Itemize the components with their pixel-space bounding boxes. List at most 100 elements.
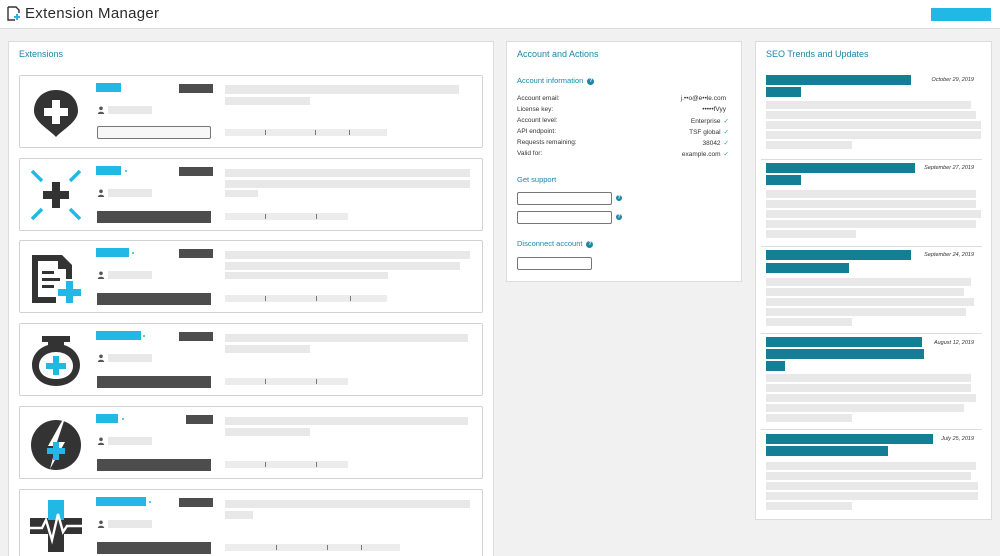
meta-separator <box>265 130 266 135</box>
extension-card[interactable] <box>19 75 483 148</box>
article-excerpt <box>766 101 971 109</box>
article-title <box>766 337 922 347</box>
seo-article[interactable]: October 29, 2019 <box>761 70 982 160</box>
account-panel: Account and Actions Account information?… <box>506 41 742 282</box>
extension-action-button[interactable] <box>97 293 211 305</box>
extension-card[interactable] <box>19 240 483 313</box>
crosshair-plus-icon <box>30 169 82 221</box>
extension-action-button[interactable] <box>97 542 211 554</box>
account-info-row: License key: •••••fVyy <box>517 106 729 116</box>
seo-article[interactable]: September 27, 2019 <box>761 160 982 247</box>
help-icon[interactable]: ? <box>587 77 595 85</box>
article-excerpt <box>766 492 978 500</box>
article-excerpt <box>766 210 981 218</box>
extension-author <box>108 106 152 114</box>
account-info-row: Requests remaining: 38042 ✓ <box>517 139 729 149</box>
meta-separator <box>316 379 317 384</box>
article-title <box>766 87 801 97</box>
help-icon[interactable]: ? <box>616 195 622 201</box>
extension-version <box>179 332 213 341</box>
account-info-row: Account level: Enterprise ✓ <box>517 117 729 127</box>
article-excerpt <box>766 220 976 228</box>
account-info-label: Account email: <box>517 95 560 102</box>
article-excerpt <box>766 200 976 208</box>
help-icon[interactable]: ? <box>586 240 594 248</box>
account-info-value: 38042 ✓ <box>702 139 729 147</box>
meta-separator <box>315 130 316 135</box>
extension-author <box>108 271 152 279</box>
article-date: October 29, 2019 <box>931 77 974 83</box>
account-info-row: API endpoint: TSF global ✓ <box>517 128 729 138</box>
extension-description <box>225 417 468 425</box>
extension-description <box>225 190 258 197</box>
article-excerpt <box>766 384 971 392</box>
extension-name <box>96 248 129 257</box>
document-plus-icon <box>7 6 20 21</box>
extension-description <box>225 169 470 177</box>
article-excerpt <box>766 121 981 129</box>
extension-name <box>96 166 121 175</box>
account-info-value: example.com ✓ <box>682 150 729 158</box>
user-icon <box>97 437 105 445</box>
disconnect-account-heading: Disconnect account? <box>517 239 594 248</box>
extension-author <box>108 189 152 197</box>
account-info-row: Account email: j.••o@e••le.com <box>517 95 729 105</box>
extension-meta <box>225 461 348 468</box>
extension-meta <box>225 378 348 385</box>
extension-action-button[interactable] <box>97 211 211 223</box>
article-excerpt <box>766 394 976 402</box>
extension-action-button[interactable] <box>97 376 211 388</box>
help-icon[interactable]: ? <box>616 214 622 220</box>
account-info-value-text: •••••fVyy <box>702 106 726 113</box>
seo-article[interactable]: September 24, 2019 <box>761 247 982 334</box>
article-title <box>766 263 849 273</box>
extension-card[interactable] <box>19 406 483 479</box>
article-title <box>766 175 801 185</box>
extension-description <box>225 262 460 270</box>
extension-author <box>108 354 152 362</box>
extension-meta <box>225 213 348 220</box>
lightning-plus-icon <box>31 420 81 470</box>
seo-panel-title: SEO Trends and Updates <box>766 49 869 59</box>
article-excerpt <box>766 482 978 490</box>
article-excerpt <box>766 404 964 412</box>
extension-card[interactable] <box>19 323 483 396</box>
support-input[interactable] <box>517 211 612 224</box>
article-excerpt <box>766 308 966 316</box>
account-info-value: Enterprise ✓ <box>691 117 729 125</box>
seo-article[interactable]: July 25, 2019 <box>761 430 982 518</box>
article-excerpt <box>766 462 976 470</box>
extension-meta <box>225 129 387 136</box>
extension-version <box>179 167 213 176</box>
header-action-button[interactable] <box>931 8 991 21</box>
app-title: Extension Manager <box>25 5 160 22</box>
extension-card[interactable] <box>19 489 483 556</box>
account-info-value-text: 38042 <box>702 140 721 147</box>
check-icon: ✓ <box>723 151 729 158</box>
status-dot <box>149 501 151 503</box>
extension-license-input[interactable] <box>97 126 211 139</box>
account-info-value: TSF global ✓ <box>689 128 729 136</box>
extension-card[interactable] <box>19 158 483 231</box>
article-date: September 24, 2019 <box>924 252 974 258</box>
seo-article[interactable]: August 12, 2019 <box>761 334 982 430</box>
user-icon <box>97 354 105 362</box>
account-info-label: Requests remaining: <box>517 139 577 146</box>
support-input[interactable] <box>517 192 612 205</box>
extension-description <box>225 345 310 353</box>
meta-separator <box>316 296 317 301</box>
heartbeat-plus-icon <box>30 500 82 552</box>
extension-author <box>108 437 152 445</box>
meta-separator <box>316 214 317 219</box>
account-info-heading: Account information? <box>517 76 595 85</box>
extension-action-button[interactable] <box>97 459 211 471</box>
account-info-label: API endpoint: <box>517 128 557 135</box>
disconnect-button[interactable] <box>517 257 592 270</box>
extension-description <box>225 251 470 259</box>
account-info-label: License key: <box>517 106 554 113</box>
status-dot <box>132 252 134 254</box>
status-dot <box>125 170 127 172</box>
check-icon: ✓ <box>723 140 729 147</box>
extension-description <box>225 85 459 94</box>
user-icon <box>97 271 105 279</box>
